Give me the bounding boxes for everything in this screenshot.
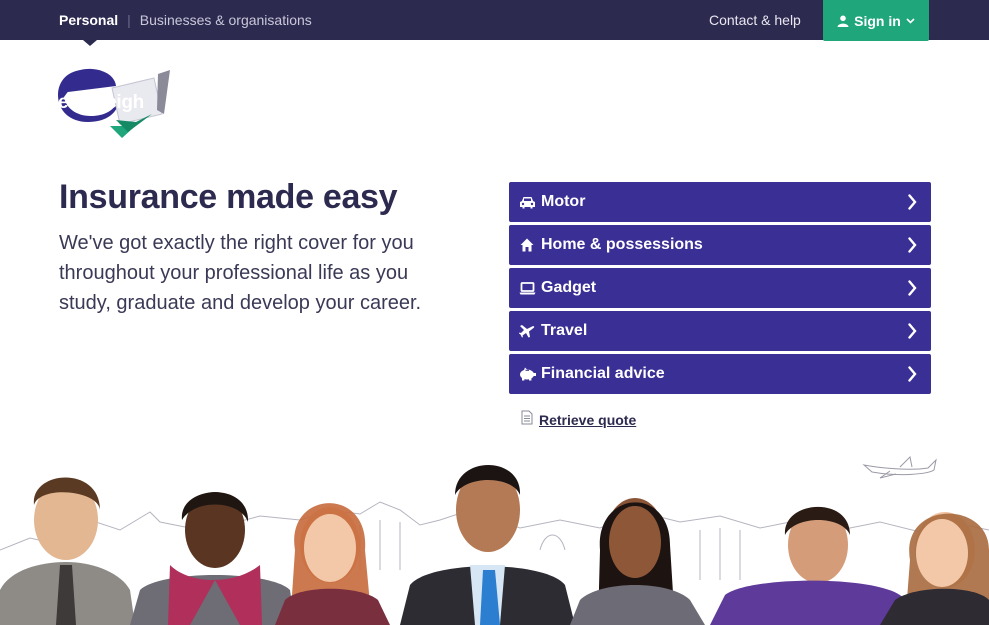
product-button-gadget[interactable]: Gadget — [509, 268, 931, 308]
product-label: Home & possessions — [541, 236, 703, 253]
person-4 — [400, 465, 575, 625]
people-group — [0, 465, 989, 625]
person-1 — [0, 477, 135, 625]
chevron-right-icon — [908, 237, 917, 258]
product-label: Gadget — [541, 279, 597, 296]
chevron-down-icon — [906, 17, 915, 24]
house-icon — [509, 238, 541, 252]
nav-personal-link[interactable]: Personal — [59, 12, 118, 28]
document-icon — [521, 410, 533, 430]
chevron-right-icon — [908, 323, 917, 344]
product-label: Motor — [541, 193, 586, 210]
retrieve-quote: Retrieve quote — [521, 410, 636, 430]
person-5 — [570, 498, 705, 625]
chevron-right-icon — [908, 280, 917, 301]
product-button-motor[interactable]: Motor — [509, 182, 931, 222]
hero-description: We've got exactly the right cover for yo… — [59, 232, 422, 314]
nav-business-link[interactable]: Businesses & organisations — [140, 12, 312, 28]
product-button-travel[interactable]: Travel — [509, 311, 931, 351]
car-icon — [509, 196, 541, 209]
logo-wordmark: endsleigh — [58, 92, 144, 113]
contact-help-link[interactable]: Contact & help — [709, 12, 801, 28]
plane-icon — [509, 324, 541, 338]
nav-separator: | — [127, 12, 131, 28]
retrieve-quote-link[interactable]: Retrieve quote — [539, 412, 636, 428]
chevron-right-icon — [908, 194, 917, 215]
product-button-financial-advice[interactable]: Financial advice — [509, 354, 931, 394]
piggy-bank-icon — [509, 367, 541, 381]
plane-sketch — [862, 455, 937, 479]
person-7 — [880, 512, 989, 625]
product-label: Financial advice — [541, 365, 665, 382]
product-menu: Motor Home & possessions Gadget Travel F… — [509, 182, 931, 397]
product-button-home[interactable]: Home & possessions — [509, 225, 931, 265]
chevron-right-icon — [908, 366, 917, 387]
sign-in-button[interactable]: Sign in — [823, 0, 929, 41]
endsleigh-logo[interactable]: endsleigh — [58, 66, 172, 142]
audience-switcher: Personal | Businesses & organisations — [59, 0, 312, 40]
laptop-icon — [509, 281, 541, 295]
product-label: Travel — [541, 322, 588, 339]
hero-people-illustration — [0, 450, 989, 625]
user-icon — [837, 15, 849, 27]
person-2 — [130, 492, 295, 625]
person-3 — [275, 503, 390, 625]
sign-in-label: Sign in — [854, 12, 901, 29]
active-nav-indicator — [83, 40, 97, 46]
page-title: Insurance made easy — [59, 178, 398, 216]
